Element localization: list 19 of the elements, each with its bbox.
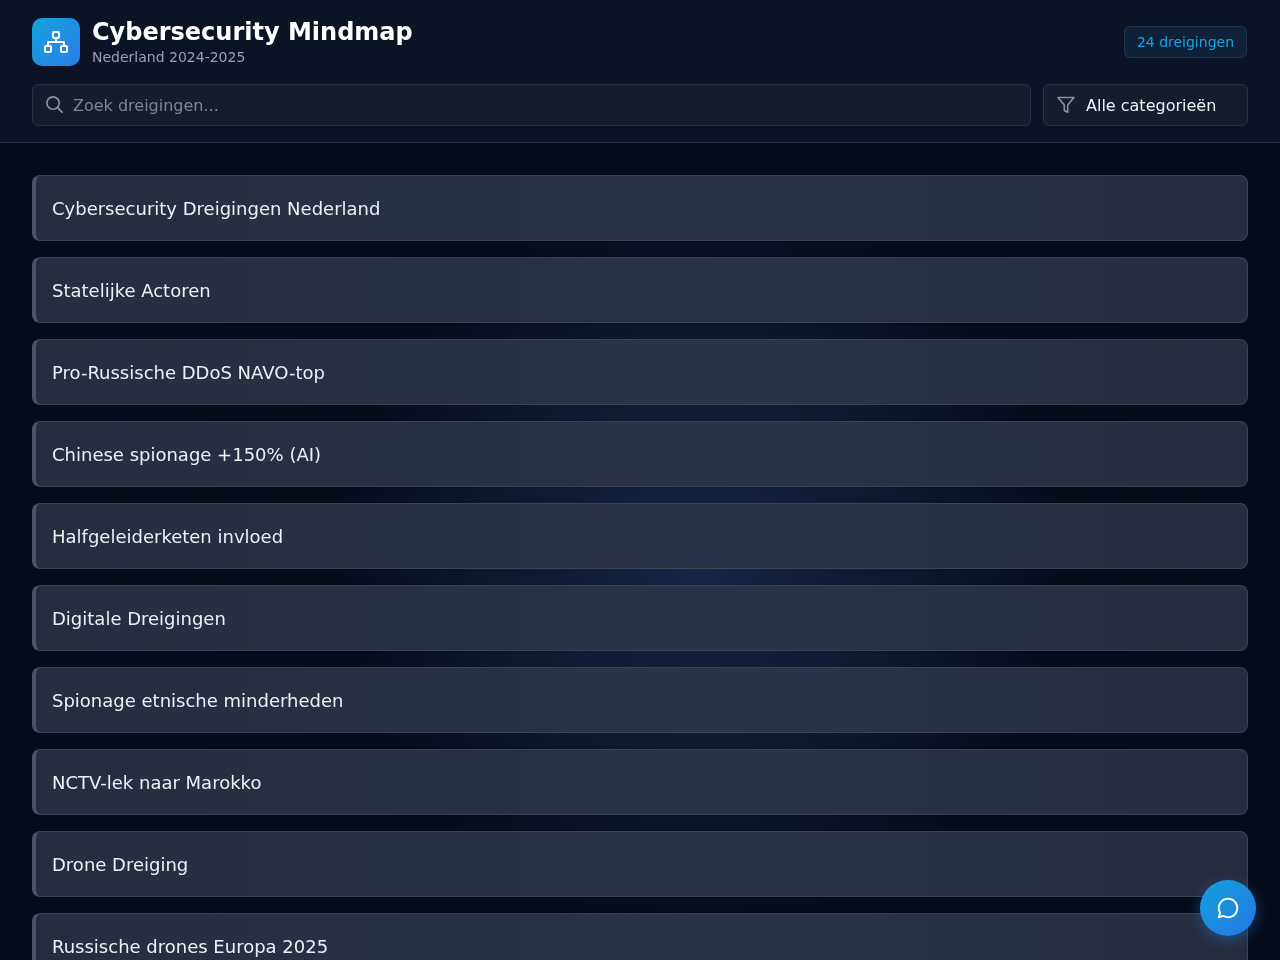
search-icon bbox=[45, 95, 64, 114]
threat-node[interactable]: Halfgeleiderketen invloed bbox=[32, 503, 1248, 569]
chat-bubble-icon bbox=[1215, 895, 1241, 921]
filter-icon bbox=[1056, 95, 1076, 115]
hierarchy-icon bbox=[32, 18, 80, 66]
app-subtitle: Nederland 2024-2025 bbox=[92, 48, 247, 66]
threat-node[interactable]: Cybersecurity Dreigingen Nederland bbox=[32, 175, 1248, 241]
search-field[interactable]: Zoek dreigingen... bbox=[32, 84, 1031, 126]
threat-node[interactable]: Spionage etnische minderheden bbox=[32, 667, 1248, 733]
threat-node[interactable]: NCTV-lek naar Marokko bbox=[32, 749, 1248, 815]
category-filter-dropdown[interactable]: Alle categorieën bbox=[1043, 84, 1248, 126]
threat-node[interactable]: Russische drones Europa 2025 bbox=[32, 913, 1248, 960]
threat-count-badge: 24 dreigingen bbox=[1123, 26, 1247, 58]
threat-node[interactable]: Drone Dreiging bbox=[32, 831, 1248, 897]
app-title: Cybersecurity Mindmap bbox=[92, 18, 413, 46]
threat-node[interactable]: Pro-Russische DDoS NAVO-top bbox=[32, 339, 1248, 405]
threat-node[interactable]: Digitale Dreigingen bbox=[32, 585, 1248, 651]
threat-node[interactable]: Statelijke Actoren bbox=[32, 257, 1248, 323]
threat-node[interactable]: Chinese spionage +150% (AI) bbox=[32, 421, 1248, 487]
